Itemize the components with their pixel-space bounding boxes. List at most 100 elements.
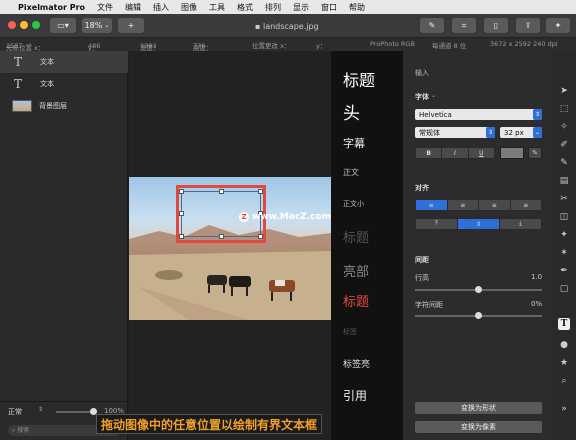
menu-edit[interactable]: 编辑: [119, 2, 147, 13]
line-height-knob[interactable]: [475, 286, 482, 293]
align-left-icon[interactable]: ≡: [416, 200, 448, 210]
paint-tool-icon[interactable]: ✎: [558, 157, 570, 169]
resize-handle[interactable]: [179, 234, 184, 239]
menu-tools[interactable]: 工具: [203, 2, 231, 13]
underline-button[interactable]: U: [469, 148, 494, 158]
layer-thumbnail: [12, 100, 32, 112]
style-highlight[interactable]: 亮部: [343, 261, 369, 280]
italic-button[interactable]: I: [442, 148, 469, 158]
erase-tool-icon[interactable]: ◫: [558, 211, 570, 223]
line-height-label: 行高: [415, 274, 429, 282]
style-quote[interactable]: 引用: [343, 387, 367, 404]
star-tool-icon[interactable]: ★: [558, 357, 570, 369]
align-justify-icon[interactable]: ≡: [511, 200, 542, 210]
vertical-align-control: ⤒ ⇕ ⤓: [415, 218, 542, 230]
menu-image[interactable]: 图像: [175, 2, 203, 13]
char-spacing-knob[interactable]: [475, 312, 482, 319]
color-picker-icon[interactable]: ●: [558, 339, 570, 351]
style-tool-icon[interactable]: ✧: [558, 121, 570, 133]
menu-bar: Pixelmator Pro 文件 编辑 插入 图像 工具 格式 排列 显示 窗…: [0, 0, 576, 14]
text-layer-icon: T: [14, 77, 23, 91]
effects-tool-icon[interactable]: ▤: [558, 175, 570, 187]
spacing-section-label: 间距: [415, 256, 429, 264]
align-top-icon[interactable]: ⤒: [416, 219, 458, 229]
style-title-dim[interactable]: 标题: [343, 227, 369, 246]
resize-handle[interactable]: [258, 234, 263, 239]
minimize-window-button[interactable]: [20, 21, 28, 29]
layer-row-background[interactable]: 背景图层: [0, 95, 128, 117]
style-title-red[interactable]: 标题: [343, 291, 369, 310]
cursor-y-value: 486: [88, 42, 101, 50]
input-label: 输入: [415, 69, 429, 77]
menu-file[interactable]: 文件: [91, 2, 119, 13]
selection-tool-icon[interactable]: ⬚: [558, 103, 570, 115]
convert-to-shape-button[interactable]: 变换为形状: [415, 402, 542, 414]
style-subtitle[interactable]: 字幕: [343, 135, 365, 151]
crop-tool-icon[interactable]: ✂: [558, 193, 570, 205]
layer-row-text-2[interactable]: T 文本: [0, 73, 128, 95]
zoom-window-button[interactable]: [32, 21, 40, 29]
font-style-select[interactable]: 常规体 ⇕: [415, 127, 495, 138]
align-bottom-icon[interactable]: ⤓: [500, 219, 541, 229]
close-window-button[interactable]: [8, 21, 16, 29]
horizontal-align-control: ≡ ≡ ≡ ≡: [415, 199, 542, 211]
style-title[interactable]: 标题: [343, 67, 375, 91]
zoom-value: 18%: [84, 21, 103, 30]
align-middle-icon[interactable]: ⇕: [458, 219, 500, 229]
menu-insert[interactable]: 插入: [147, 2, 175, 13]
position-change-label: 位置更改 x：: [252, 42, 291, 50]
layer-row-text-1[interactable]: T 文本: [0, 51, 128, 73]
font-section-label: 字体: [415, 93, 429, 101]
resize-handle[interactable]: [219, 189, 224, 194]
zoom-popup[interactable]: 18% ⌄: [82, 18, 112, 33]
blend-mode-select[interactable]: 正常: [8, 407, 22, 417]
arrange-tool-icon[interactable]: ➤: [558, 85, 570, 97]
style-label[interactable]: 标签: [343, 327, 357, 337]
menu-arrange[interactable]: 排列: [259, 2, 287, 13]
resize-handle[interactable]: [258, 189, 263, 194]
char-spacing-slider[interactable]: [415, 312, 542, 319]
retouch-tool-icon[interactable]: ✦: [558, 229, 570, 241]
export-button[interactable]: ▯: [484, 18, 508, 33]
distort-tool-icon[interactable]: ✶: [558, 247, 570, 259]
menu-format[interactable]: 格式: [231, 2, 259, 13]
style-label-bright[interactable]: 标签亮: [343, 357, 370, 370]
landscape-image[interactable]: Zwww.MacZ.com: [129, 177, 331, 320]
more-tools-icon[interactable]: »: [558, 403, 570, 415]
style-body[interactable]: 正文: [343, 167, 359, 178]
pen-tool-icon[interactable]: ✒: [558, 265, 570, 277]
line-height-slider[interactable]: [415, 286, 542, 293]
resize-handle[interactable]: [219, 234, 224, 239]
font-size-select[interactable]: 32 px ⌄: [500, 127, 542, 138]
style-header[interactable]: 头: [343, 99, 360, 124]
bold-button[interactable]: B: [416, 148, 443, 158]
shape-tool-icon[interactable]: ▢: [558, 283, 570, 295]
toolbar: ▭▾ 18% ⌄ + ▪ landscape.jpg ✎ ⌗ ▯ ⇪ ✦: [0, 14, 576, 38]
font-family-select[interactable]: Helvetica ⇕: [415, 109, 542, 120]
pen-icon: ✎: [428, 21, 436, 30]
pen-tool-button[interactable]: ✎: [420, 18, 444, 33]
inspector-toggle-button[interactable]: ✦: [546, 18, 570, 33]
add-button[interactable]: +: [118, 18, 144, 33]
resize-handle[interactable]: [179, 189, 184, 194]
style-body-small[interactable]: 正文小: [343, 199, 364, 209]
share-button[interactable]: ⇪: [516, 18, 540, 33]
type-tool-icon[interactable]: T: [558, 318, 570, 330]
color-adjust-icon[interactable]: ✐: [558, 139, 570, 151]
view-mode-button[interactable]: ▭▾: [50, 18, 76, 33]
align-right-icon[interactable]: ≡: [479, 200, 511, 210]
opacity-slider[interactable]: [56, 408, 97, 415]
menu-app-name[interactable]: Pixelmator Pro: [12, 3, 91, 12]
menu-help[interactable]: 帮助: [343, 2, 371, 13]
zoom-tool-icon[interactable]: ⌕: [558, 375, 570, 387]
crop-button[interactable]: ⌗: [452, 18, 476, 33]
chevron-down-icon: ⌄: [104, 22, 110, 29]
image-dimensions: 3672 x 2592 240 dpi: [490, 40, 558, 48]
convert-to-pixels-button[interactable]: 变换为像素: [415, 421, 542, 433]
text-color-well[interactable]: [500, 147, 524, 159]
menu-window[interactable]: 窗口: [315, 2, 343, 13]
align-center-icon[interactable]: ≡: [448, 200, 479, 210]
resize-handle[interactable]: [179, 211, 184, 216]
menu-view[interactable]: 显示: [287, 2, 315, 13]
eyedropper-icon[interactable]: ✎: [528, 147, 542, 159]
